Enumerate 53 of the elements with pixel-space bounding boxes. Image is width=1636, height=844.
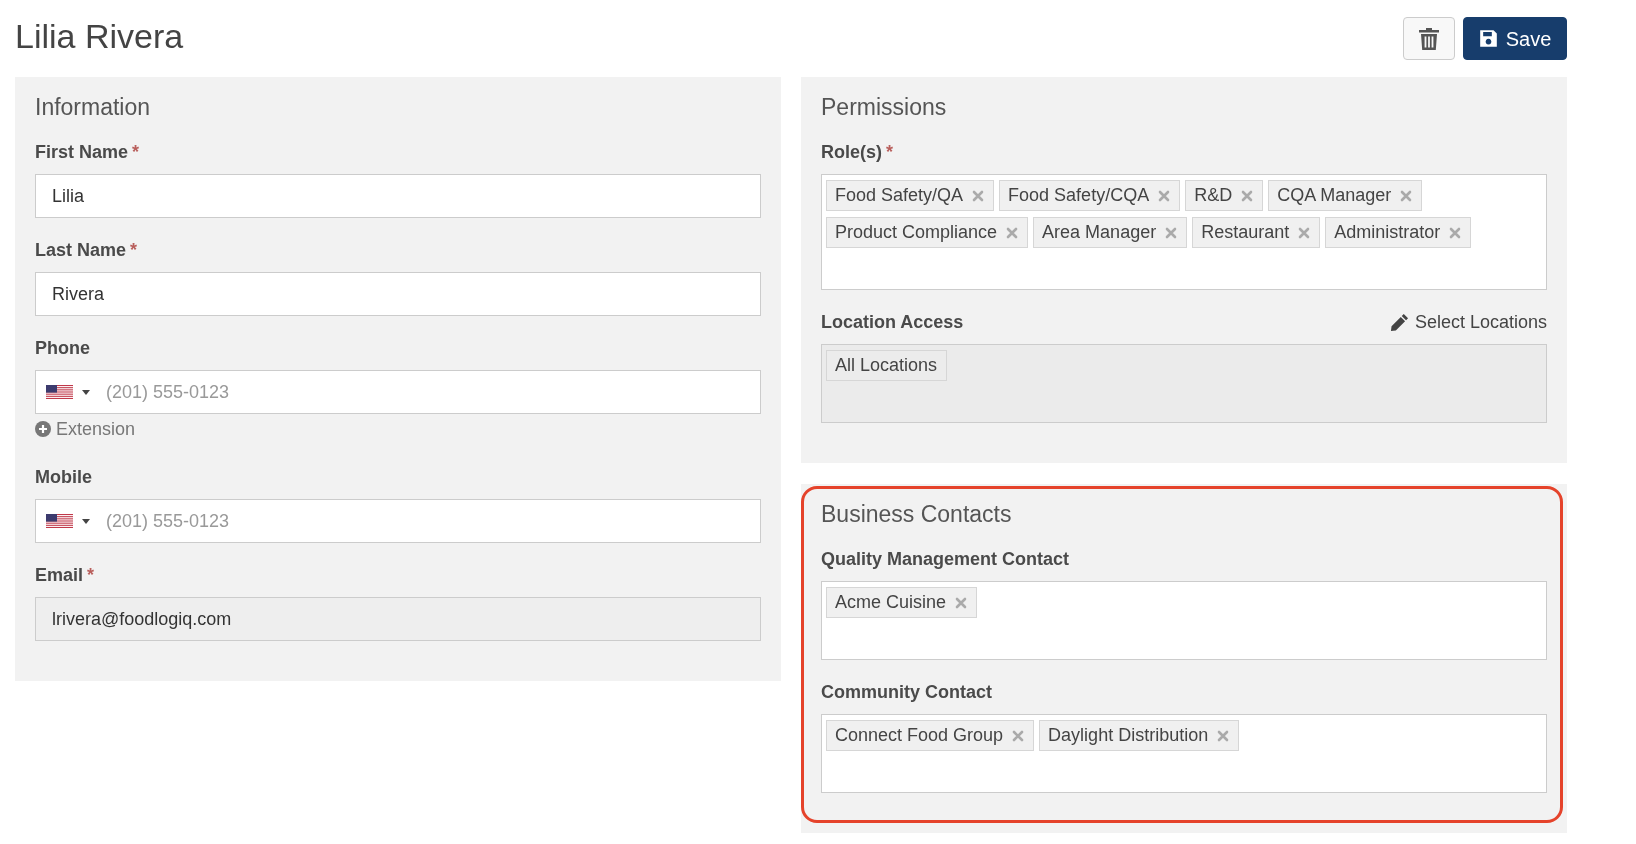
close-icon[interactable] bbox=[1012, 729, 1025, 742]
tag-select-field[interactable]: Connect Food Group Daylight Distribution bbox=[821, 714, 1547, 793]
field-label: Location Access bbox=[821, 311, 964, 334]
trash-icon bbox=[1419, 27, 1439, 50]
field-label: Phone bbox=[35, 337, 91, 360]
save-button[interactable]: Save bbox=[1463, 17, 1567, 60]
close-icon[interactable] bbox=[1165, 226, 1178, 239]
tag-label: Food Safety/CQA bbox=[1008, 184, 1150, 207]
phone-field[interactable]: (201) 555-0123 bbox=[35, 370, 761, 414]
field-label: Quality Management Contact bbox=[821, 548, 1071, 571]
close-icon[interactable] bbox=[972, 189, 985, 202]
tag-label: CQA Manager bbox=[1277, 184, 1392, 207]
delete-button[interactable] bbox=[1403, 17, 1455, 60]
tag-label: Daylight Distribution bbox=[1048, 724, 1209, 747]
close-icon[interactable] bbox=[955, 596, 968, 609]
tag-label: Restaurant bbox=[1201, 221, 1290, 244]
section-title: Information bbox=[35, 93, 152, 122]
phone-field[interactable]: (201) 555-0123 bbox=[35, 499, 761, 543]
tag-select-field[interactable]: Acme Cuisine bbox=[821, 581, 1547, 660]
input-field[interactable]: Lilia bbox=[35, 174, 761, 218]
close-icon[interactable] bbox=[1158, 189, 1171, 202]
section-title: Permissions bbox=[821, 93, 948, 122]
tag-label: Area Manager bbox=[1042, 221, 1157, 244]
tag-label: R&D bbox=[1194, 184, 1233, 207]
close-icon[interactable] bbox=[1217, 729, 1230, 742]
close-icon[interactable] bbox=[1400, 189, 1413, 202]
tag-label: All Locations bbox=[835, 354, 938, 377]
field-label: Community Contact bbox=[821, 681, 993, 704]
tag-label: Product Compliance bbox=[835, 221, 998, 244]
tag-label: Acme Cuisine bbox=[835, 591, 947, 614]
page-title: Lilia Rivera bbox=[15, 16, 184, 57]
input-field[interactable]: Rivera bbox=[35, 272, 761, 316]
caret-icon bbox=[82, 389, 90, 395]
pencil-icon bbox=[1389, 312, 1409, 332]
field-label: Email * bbox=[35, 564, 96, 587]
field-label: First Name * bbox=[35, 141, 141, 164]
close-icon[interactable] bbox=[1298, 226, 1311, 239]
plus-circle-icon bbox=[35, 421, 51, 437]
tag-label: Administrator bbox=[1334, 221, 1441, 244]
caret-icon bbox=[82, 518, 90, 524]
field-label: Last Name * bbox=[35, 239, 139, 262]
close-icon[interactable] bbox=[1449, 226, 1462, 239]
extension-link[interactable]: Extension bbox=[35, 417, 136, 441]
flag-icon bbox=[46, 385, 73, 399]
tag-label: Food Safety/QA bbox=[835, 184, 964, 207]
close-icon[interactable] bbox=[1006, 226, 1019, 239]
field-label: Mobile bbox=[35, 466, 93, 489]
field-label: Role(s) * bbox=[821, 141, 895, 164]
tag-label: Connect Food Group bbox=[835, 724, 1004, 747]
flag-icon bbox=[46, 514, 73, 528]
tag-select-field[interactable]: Food Safety/QA Food Safety/CQA R&D CQA Manager Product Compliance Area Manager Restaurant Administrator bbox=[821, 174, 1547, 290]
section-title: Business Contacts bbox=[821, 500, 1013, 529]
close-icon[interactable] bbox=[1241, 189, 1254, 202]
